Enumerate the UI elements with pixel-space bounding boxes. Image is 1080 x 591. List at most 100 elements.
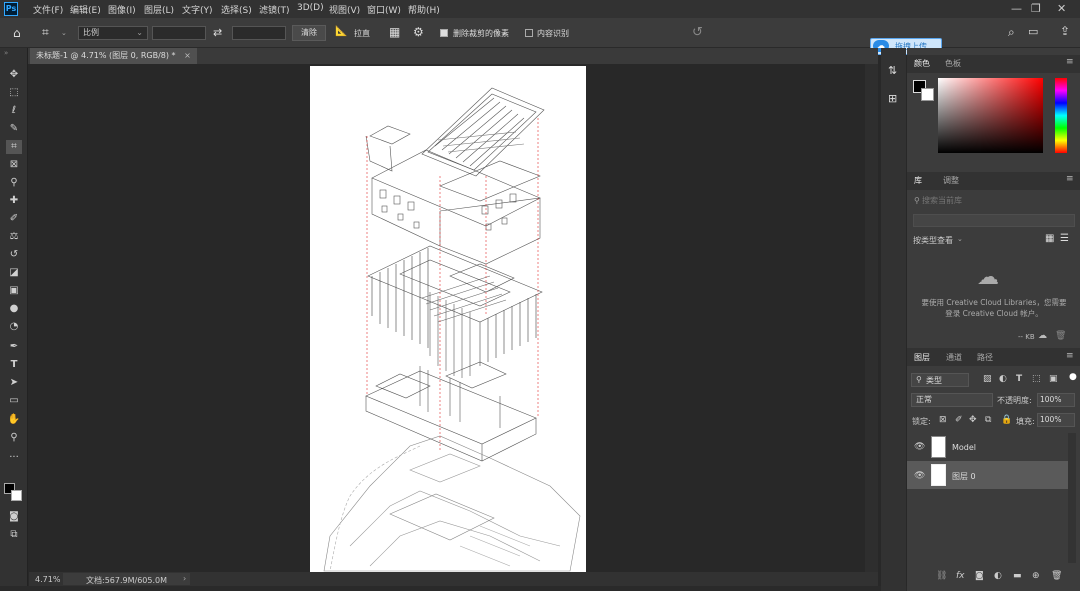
ratio-select[interactable]: 比例 ⌄ [78, 26, 148, 40]
eyedropper-tool-icon[interactable]: ⚲ [6, 176, 22, 190]
height-input[interactable] [232, 26, 286, 40]
tab-paths[interactable]: 路径 [977, 352, 993, 363]
menu-image[interactable]: 图像(I) [108, 3, 136, 16]
adjustment-filter-icon[interactable]: ◐ [999, 374, 1007, 384]
panel-menu-icon[interactable]: ≡ [1066, 351, 1074, 361]
trash-icon[interactable]: 🗑 [1055, 331, 1066, 341]
clear-button[interactable]: 清除 [292, 25, 326, 41]
properties-icon[interactable]: ⇅ [888, 64, 897, 77]
close-tab-icon[interactable]: × [184, 51, 191, 60]
healing-tool-icon[interactable]: ✚ [6, 194, 22, 208]
lock-transparency-icon[interactable]: ⊠ [939, 415, 947, 425]
minimize-button[interactable]: — [1011, 2, 1022, 15]
close-button[interactable]: ✕ [1057, 2, 1066, 15]
content-aware-checkbox[interactable] [525, 29, 533, 37]
tab-channels[interactable]: 通道 [946, 352, 962, 363]
background-color-swatch[interactable] [11, 490, 22, 501]
home-icon[interactable]: ⌂ [13, 26, 21, 40]
crop-tool-icon[interactable]: ⌗ [6, 140, 22, 154]
blur-tool-icon[interactable]: ● [6, 302, 22, 316]
shape-filter-icon[interactable]: ⬚ [1032, 374, 1041, 384]
layer-name[interactable]: 图层 0 [952, 471, 976, 482]
menu-view[interactable]: 视图(V) [329, 3, 360, 16]
list-view-icon[interactable]: ☰ [1060, 233, 1069, 244]
document-tab[interactable]: 未标题-1 @ 4.71% (图层 0, RGB/8) * × [30, 48, 197, 64]
fill-input[interactable]: 100% [1037, 413, 1075, 427]
background-color-swatch[interactable] [921, 88, 934, 101]
brush-tool-icon[interactable]: ✐ [6, 212, 22, 226]
move-tool-icon[interactable]: ✥ [6, 68, 22, 82]
adjustment-icon[interactable]: ◐ [994, 571, 1002, 581]
straighten-icon[interactable]: 📐 [335, 26, 347, 37]
lock-position-icon[interactable]: ✥ [969, 415, 977, 425]
dodge-tool-icon[interactable]: ◔ [6, 320, 22, 334]
vertical-scrollbar[interactable] [865, 64, 878, 572]
status-menu-arrow[interactable]: › [183, 574, 186, 583]
frame-tool-icon[interactable]: ⊠ [6, 158, 22, 172]
restore-button[interactable]: ❐ [1031, 2, 1041, 15]
document-canvas[interactable] [310, 66, 586, 573]
folder-icon[interactable]: ▬ [1013, 571, 1022, 581]
tab-layers[interactable]: 图层 [914, 352, 930, 363]
tab-color[interactable]: 颜色 [914, 58, 930, 69]
menu-layer[interactable]: 图层(L) [144, 3, 174, 16]
new-layer-icon[interactable]: ⊕ [1032, 571, 1040, 581]
delete-cropped-label[interactable]: 删除裁剪的像素 [453, 28, 509, 39]
quick-select-tool-icon[interactable]: ✎ [6, 122, 22, 136]
link-icon[interactable]: ⛓ [936, 571, 947, 581]
menu-type[interactable]: 文字(Y) [182, 3, 213, 16]
menu-filter[interactable]: 滤镜(T) [259, 3, 290, 16]
reset-icon[interactable]: ↺ [692, 25, 703, 40]
history-icon[interactable]: ⊞ [888, 92, 897, 105]
history-brush-tool-icon[interactable]: ↺ [6, 248, 22, 262]
chevron-down-icon[interactable]: ⌄ [957, 235, 963, 243]
crop-tool-icon[interactable]: ⌗ [42, 25, 49, 40]
eraser-tool-icon[interactable]: ◪ [6, 266, 22, 280]
view-by-type[interactable]: 按类型查看 [913, 235, 953, 246]
photoshop-logo[interactable]: Ps [4, 2, 18, 16]
type-filter-icon[interactable]: T [1016, 374, 1022, 384]
menu-3d[interactable]: 3D(D) [297, 3, 324, 13]
more-tools-icon[interactable]: ··· [6, 451, 22, 465]
stamp-tool-icon[interactable]: ⚖ [6, 230, 22, 244]
cloud-icon[interactable]: ☁ [1038, 331, 1047, 341]
delete-cropped-checkbox[interactable] [440, 29, 448, 37]
library-select[interactable] [913, 214, 1075, 227]
lock-image-icon[interactable]: ✐ [955, 415, 963, 425]
eye-icon[interactable]: 👁 [914, 471, 925, 481]
path-select-tool-icon[interactable]: ➤ [6, 376, 22, 390]
marquee-tool-icon[interactable]: ⬚ [6, 86, 22, 100]
tab-libraries[interactable]: 库 [914, 175, 922, 186]
lock-all-icon[interactable]: 🔒 [1001, 415, 1012, 425]
straighten-label[interactable]: 拉直 [354, 28, 370, 39]
quick-mask-icon[interactable]: ◙ [6, 510, 22, 524]
grid-view-icon[interactable]: ▦ [1045, 233, 1054, 244]
menu-file[interactable]: 文件(F) [33, 3, 63, 16]
opacity-input[interactable]: 100% [1037, 393, 1075, 407]
filter-toggle-icon[interactable]: ● [1069, 372, 1077, 382]
menu-help[interactable]: 帮助(H) [408, 3, 440, 16]
search-icon[interactable]: ⌕ [1008, 25, 1015, 40]
tab-adjustments[interactable]: 调整 [943, 175, 959, 186]
swap-icon[interactable]: ⇄ [213, 26, 222, 39]
layer-filter-select[interactable]: ⚲ 类型 [911, 373, 969, 387]
menu-select[interactable]: 选择(S) [221, 3, 252, 16]
pen-tool-icon[interactable]: ✒ [6, 340, 22, 354]
menu-edit[interactable]: 编辑(E) [70, 3, 101, 16]
tab-swatches[interactable]: 色板 [945, 58, 961, 69]
lock-artboard-icon[interactable]: ⧉ [985, 415, 991, 425]
gradient-tool-icon[interactable]: ▣ [6, 284, 22, 298]
eye-icon[interactable]: 👁 [914, 442, 925, 452]
gear-icon[interactable]: ⚙ [413, 25, 424, 39]
grid-overlay-icon[interactable]: ▦ [389, 25, 400, 39]
layers-scrollbar[interactable] [1068, 433, 1076, 563]
menu-window[interactable]: 窗口(W) [367, 3, 401, 16]
fx-icon[interactable]: fx [956, 571, 965, 581]
library-search-input[interactable] [922, 194, 1072, 207]
hue-slider[interactable] [1055, 78, 1067, 153]
zoom-tool-icon[interactable]: ⚲ [6, 431, 22, 445]
panel-menu-icon[interactable]: ≡ [1066, 57, 1074, 67]
image-filter-icon[interactable]: ▨ [983, 374, 992, 384]
layer-name[interactable]: Model [952, 443, 976, 452]
workspace-icon[interactable]: ▭ [1028, 25, 1038, 38]
